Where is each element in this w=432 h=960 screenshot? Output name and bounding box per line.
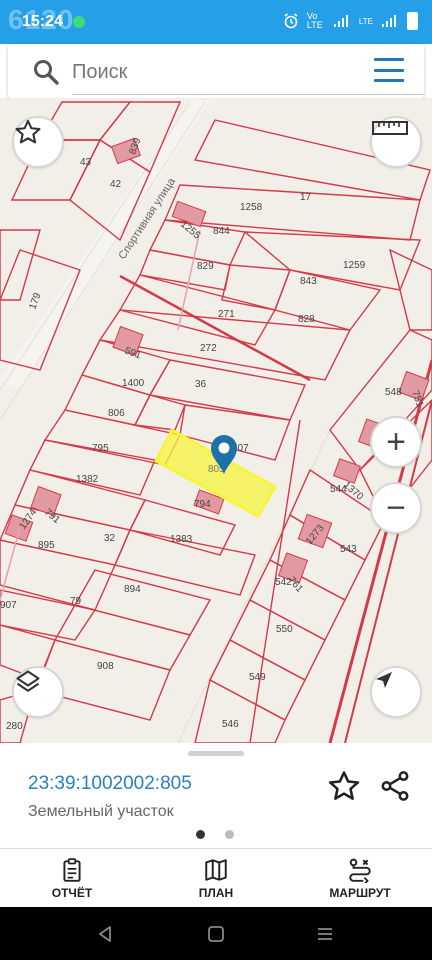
locate-me-button[interactable]: [370, 666, 422, 718]
zoom-in-button[interactable]: +: [370, 416, 422, 468]
favorite-star-icon[interactable]: [327, 769, 361, 803]
search-underline: [72, 94, 424, 95]
clock: 15:24: [22, 13, 63, 30]
parcel-label: 1274: [17, 507, 39, 532]
recents-icon[interactable]: [316, 925, 334, 943]
parcel-label: 32: [104, 533, 116, 544]
page-indicator: [196, 830, 234, 839]
nav-route-label: МАРШРУТ: [329, 886, 391, 900]
parcel-label: 829: [197, 261, 214, 272]
system-navigation-bar: [0, 907, 432, 960]
signal-icon-2: [382, 15, 396, 27]
battery-icon: [407, 12, 418, 30]
nav-report[interactable]: ОТЧЁТ: [0, 849, 144, 907]
search-input[interactable]: [72, 52, 342, 92]
parcel-label: 550: [276, 624, 293, 635]
report-icon: [63, 858, 81, 882]
layers-icon: [16, 670, 40, 692]
nav-report-label: ОТЧЁТ: [51, 886, 93, 900]
parcel-label: 1383: [170, 534, 193, 545]
zoom-out-label: −: [386, 489, 406, 527]
layers-button[interactable]: [12, 666, 64, 718]
parcel-label: 828: [298, 314, 315, 325]
parcel-label: 843: [300, 276, 317, 287]
parcel-label: 271: [218, 309, 235, 320]
alarm-clock-icon: [284, 13, 298, 29]
parcel-label: 179: [27, 291, 43, 311]
parcel-label: 17: [300, 192, 312, 203]
status-icons: Vo LTE LTE: [283, 12, 418, 30]
favorite-map-button[interactable]: [12, 116, 64, 168]
parcel-label: 795: [92, 443, 109, 454]
search-icon[interactable]: [32, 58, 60, 86]
navigation-arrow-icon: [376, 672, 392, 688]
hamburger-menu-icon[interactable]: [374, 58, 404, 82]
parcel-label: 908: [97, 661, 114, 672]
parcel-info-sheet[interactable]: 23:39:1002002:805 Земельный участок: [0, 743, 432, 848]
map-plan-icon: [205, 859, 227, 881]
zoom-in-label: +: [386, 423, 406, 461]
nav-route[interactable]: МАРШРУТ: [288, 849, 432, 907]
zoom-out-button[interactable]: −: [370, 482, 422, 534]
network-label: Vo LTE: [306, 11, 323, 30]
parcel-label: 548: [385, 387, 402, 398]
parcel-label: 907: [0, 600, 17, 611]
search-bar: [8, 44, 424, 98]
bottom-navigation: ОТЧЁТ ПЛАН МАРШРУТ: [0, 848, 432, 907]
parcel-label: 839: [127, 136, 143, 156]
cadastral-number[interactable]: 23:39:1002002:805: [28, 773, 192, 795]
map-canvas[interactable]: Спортивная улица 43428391255 844125817829…: [0, 98, 432, 743]
cadastral-map[interactable]: Спортивная улица 43 42 839 1255 844 1258 17 829…: [0, 98, 432, 743]
parcel-label: 546: [222, 719, 239, 730]
measure-button[interactable]: [370, 116, 422, 168]
parcel-label: 1259: [343, 260, 366, 271]
parcel-label: 591: [123, 345, 143, 361]
parcel-label: 549: [249, 672, 266, 683]
page-dot[interactable]: [225, 830, 234, 839]
sheet-drag-handle[interactable]: [188, 751, 244, 756]
parcel-label: 272: [200, 343, 217, 354]
parcel-label: 543: [340, 544, 357, 555]
notification-dot-icon: [73, 16, 85, 28]
ruler-icon: [372, 121, 408, 135]
lte-label: LTE: [358, 16, 373, 26]
home-icon[interactable]: [207, 925, 225, 943]
parcel-label: 1382: [76, 474, 99, 485]
parcel-label: 280: [6, 721, 23, 732]
object-type: Земельный участок: [28, 803, 174, 820]
parcel-label: 1258: [240, 202, 263, 213]
parcel-label: 844: [213, 226, 230, 237]
nav-plan[interactable]: ПЛАН: [144, 849, 288, 907]
back-icon[interactable]: [96, 925, 114, 943]
route-icon: [349, 858, 371, 883]
parcel-label: 894: [124, 584, 141, 595]
parcel-label: 1400: [122, 378, 145, 389]
parcel-label: 895: [38, 540, 55, 551]
parcel-label: 794: [194, 499, 211, 510]
page-dot-active[interactable]: [196, 830, 205, 839]
parcel-label: 79: [70, 596, 82, 607]
star-icon: [15, 119, 41, 144]
status-bar: 6120 15:24 Vo LTE LTE: [0, 0, 432, 44]
parcel-label: 42: [110, 179, 122, 190]
parcel-label: 806: [108, 408, 125, 419]
nav-plan-label: ПЛАН: [198, 886, 234, 900]
parcel-label: 43: [80, 157, 92, 168]
share-icon[interactable]: [378, 769, 412, 803]
parcel-label: 36: [195, 379, 207, 390]
signal-icon: [333, 15, 348, 27]
